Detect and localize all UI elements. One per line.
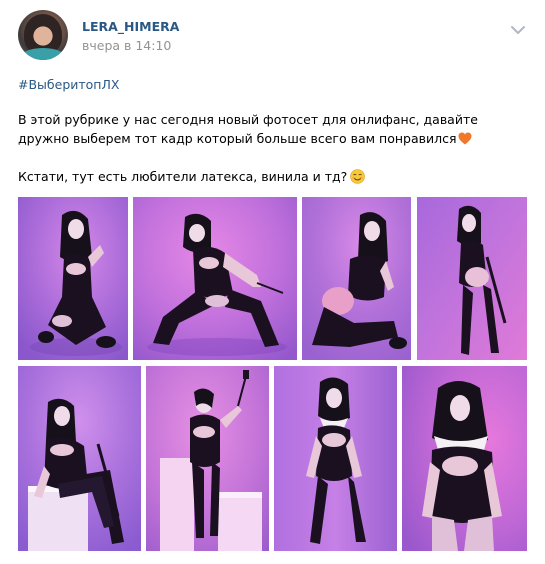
photo-8[interactable] [402,366,527,551]
photo-1[interactable] [18,197,128,360]
photo-2[interactable] [133,197,297,360]
photo-4[interactable] [417,197,527,360]
post-paragraph-text: В этой рубрике у нас сегодня новый фотос… [18,112,478,146]
wall-post: LERA_HIMERA вчера в 14:10 #ВыберитопЛХ В… [0,0,545,564]
post-paragraph-text: Кстати, тут есть любители латекса, винил… [18,169,348,184]
avatar-shoulder [20,48,66,60]
author-name-link[interactable]: LERA_HIMERA [82,19,179,34]
post-paragraph: Кстати, тут есть любители латекса, винил… [18,167,518,186]
photo-7[interactable] [274,366,397,551]
post-paragraph: В этой рубрике у нас сегодня новый фотос… [18,110,518,148]
photo-5[interactable] [18,366,141,551]
post-body: В этой рубрике у нас сегодня новый фотос… [18,110,518,186]
chevron-down-icon[interactable] [509,22,527,36]
hashtag-link[interactable]: #ВыберитопЛХ [18,77,119,92]
author-avatar[interactable] [18,10,68,60]
post-timestamp[interactable]: вчера в 14:10 [82,38,171,53]
photo-6[interactable] [146,366,269,551]
photo-3[interactable] [302,197,411,360]
smiling-face-icon [350,169,366,184]
orange-heart-icon [458,131,472,145]
